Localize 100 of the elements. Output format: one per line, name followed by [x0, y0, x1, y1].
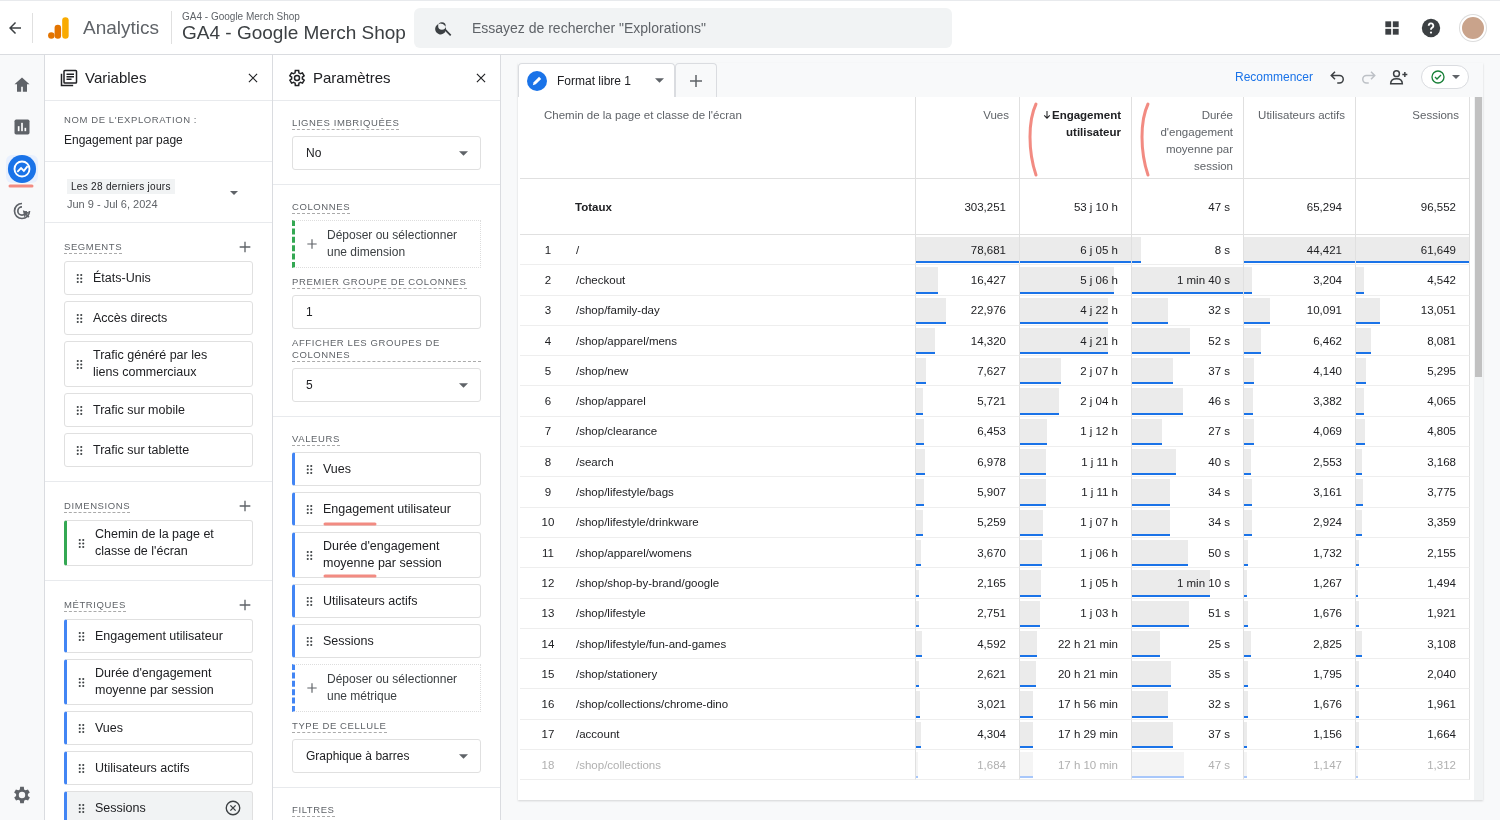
row-number: 6	[520, 386, 576, 417]
save-status-button[interactable]	[1421, 65, 1469, 89]
variable-chip[interactable]: Durée d'engagement moyenne par session	[64, 659, 253, 705]
add-button[interactable]	[237, 498, 253, 514]
column-header[interactable]: Sessions	[1356, 97, 1470, 179]
drag-handle-icon	[76, 444, 83, 456]
variable-chip[interactable]: États-Unis	[64, 261, 253, 295]
sort-arrow-icon	[1043, 110, 1051, 120]
exploration-name[interactable]: Engagement par page	[64, 133, 253, 147]
variable-chip[interactable]: Engagement utilisateur	[64, 619, 253, 653]
value-chip[interactable]: Utilisateurs actifs	[292, 584, 481, 618]
table-cell: 34 s	[1208, 486, 1230, 498]
caret-icon	[459, 150, 468, 156]
table-cell: /shop/collections/chrome-dino	[576, 689, 916, 720]
variable-chip[interactable]: Utilisateurs actifs	[64, 751, 253, 785]
value-chip[interactable]: Sessions	[292, 624, 481, 658]
caret-icon	[459, 382, 468, 388]
property-name[interactable]: GA4 - Google Merch Shop	[182, 22, 406, 44]
variable-chip[interactable]: Trafic sur mobile	[64, 393, 253, 427]
value-chip[interactable]: Engagement utilisateur	[292, 492, 481, 526]
drag-handle-icon	[78, 802, 85, 814]
variable-chip[interactable]: Accès directs	[64, 301, 253, 335]
table-cell: 3,021	[977, 698, 1006, 711]
table-cell: 6,462	[1313, 334, 1342, 347]
variable-chip[interactable]: Sessions	[64, 791, 253, 820]
reset-link[interactable]: Recommencer	[1234, 70, 1313, 84]
column-header[interactable]: Utilisateurs actifs	[1244, 97, 1356, 179]
table-cell: 3,161	[1313, 486, 1342, 498]
row-number: 5	[520, 356, 576, 387]
table-cell: /shop/lifestyle/drinkware	[576, 507, 916, 538]
add-person-icon[interactable]	[1389, 67, 1409, 87]
home-icon	[12, 75, 32, 95]
settings-icon	[287, 67, 307, 88]
add-button[interactable]	[237, 597, 253, 613]
variable-chip[interactable]: Vues	[64, 711, 253, 745]
plus-icon	[305, 237, 319, 251]
product-name: Analytics	[83, 16, 160, 39]
caret-icon	[230, 191, 238, 195]
table-cell: /shop/lifestyle/bags	[576, 477, 916, 508]
table-cell: 8,081	[1427, 334, 1456, 347]
help-icon[interactable]	[1420, 16, 1442, 39]
table-cell: 22,976	[970, 304, 1006, 317]
scrollbar[interactable]	[1474, 97, 1483, 800]
table-cell: 17 h 56 min	[1057, 698, 1118, 711]
table-cell: 4,140	[1313, 364, 1342, 377]
account-breadcrumb: GA4 - Google Merch Shop	[182, 11, 301, 22]
table-cell: 2 j 04 h	[1080, 395, 1118, 408]
table-cell: 37 s	[1208, 364, 1230, 377]
remove-button[interactable]	[224, 799, 242, 817]
variable-chip[interactable]: Trafic sur tablette	[64, 433, 253, 467]
drop-zone[interactable]: Déposer ou sélectionner une métrique	[292, 664, 481, 712]
add-button[interactable]	[237, 239, 253, 255]
section-label: AFFICHER LES GROUPES DE COLONNES	[292, 337, 481, 362]
dropdown[interactable]: 5	[292, 368, 481, 402]
table-cell: 1,795	[1313, 667, 1342, 680]
caret-icon	[459, 753, 468, 759]
dropdown[interactable]: Graphique à barres	[292, 739, 481, 773]
settings-icon[interactable]	[11, 784, 33, 806]
table-cell: 17 h 29 min	[1057, 728, 1118, 741]
row-number: 2	[520, 265, 576, 296]
caret-icon	[1452, 75, 1460, 79]
table-cell: 1 j 11 h	[1081, 455, 1118, 468]
table-cell: 50 s	[1208, 546, 1230, 559]
undo-icon[interactable]	[1329, 68, 1347, 86]
column-header[interactable]: Engagement utilisateur	[1020, 97, 1132, 179]
add-tab-button[interactable]	[675, 63, 717, 97]
plus-icon	[237, 597, 253, 613]
table-cell: 2,825	[1313, 637, 1342, 650]
table-cell: 1,267	[1313, 576, 1342, 589]
drop-zone[interactable]: Déposer ou sélectionner une dimension	[292, 220, 481, 268]
column-header[interactable]: Chemin de la page et classe de l'écran	[520, 97, 916, 179]
date-preset-chip: Les 28 derniers jours	[67, 179, 175, 194]
search-field[interactable]: Essayez de rechercher "Explorations"	[469, 18, 952, 37]
section-label: VALEURS	[292, 433, 340, 446]
drag-handle-icon	[76, 272, 83, 284]
tab[interactable]: Format libre 1	[518, 63, 675, 97]
value-chip[interactable]: Durée d'engagement moyenne par session	[292, 532, 481, 578]
table-cell: 1,494	[1427, 576, 1456, 589]
variable-chip[interactable]: Chemin de la page et classe de l'écran	[64, 520, 253, 566]
close-icon	[224, 799, 242, 817]
table-cell: 78,681	[970, 243, 1006, 256]
column-header[interactable]: Durée d'engagement moyenne par session	[1132, 97, 1244, 179]
table-cell: 2,165	[977, 576, 1006, 589]
row-number: 9	[520, 477, 576, 508]
table-cell: 4,805	[1427, 425, 1456, 438]
search-bar[interactable]: Essayez de rechercher "Explorations"	[413, 7, 952, 48]
table-cell: 4,069	[1313, 425, 1342, 438]
table-cell: 1 j 05 h	[1080, 576, 1118, 589]
date-dropdown-button[interactable]	[230, 191, 238, 195]
row-number: 13	[520, 598, 576, 629]
variable-chip[interactable]: Trafic généré par les liens commerciaux	[64, 341, 253, 387]
table-cell: 1,921	[1427, 607, 1456, 620]
input-field[interactable]: 1	[292, 295, 481, 329]
table-cell: /shop/apparel/womens	[576, 537, 916, 569]
dropdown[interactable]: No	[292, 136, 481, 170]
value-chip[interactable]: Vues	[292, 452, 481, 486]
column-header[interactable]: Vues	[916, 97, 1020, 179]
section-label: LIGNES IMBRIQUÉES	[292, 117, 400, 130]
table-cell: 52 s	[1208, 334, 1230, 347]
table-cell: 4 j 22 h	[1080, 304, 1118, 317]
